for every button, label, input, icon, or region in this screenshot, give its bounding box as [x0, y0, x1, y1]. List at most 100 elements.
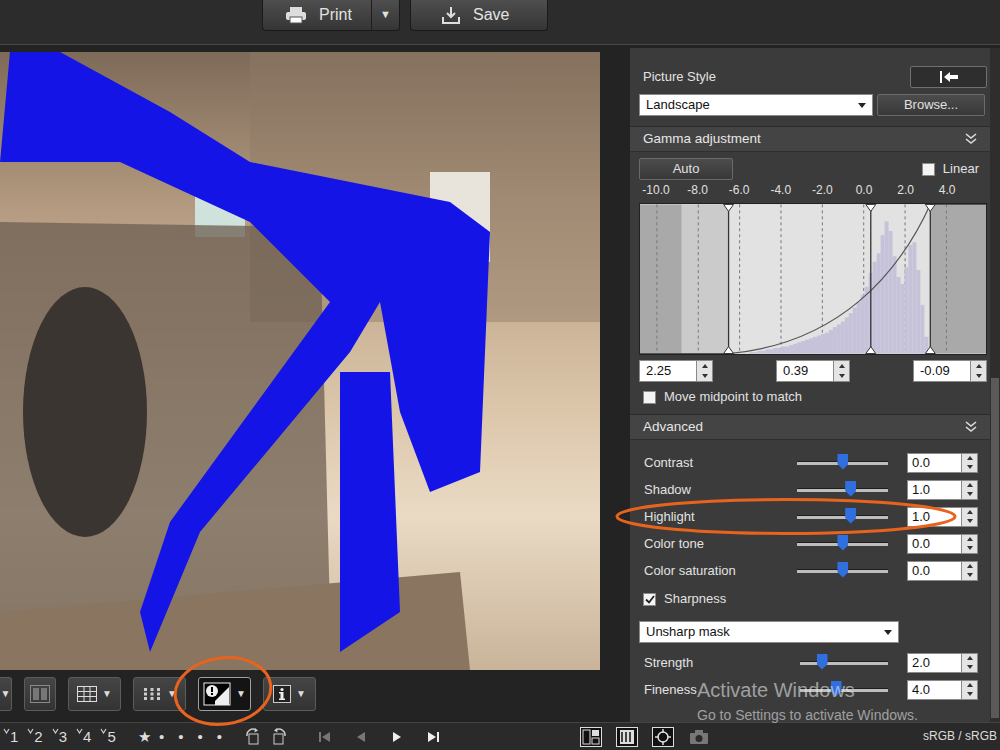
rating-dot[interactable]: • [198, 728, 203, 746]
dropdown-caret-icon[interactable] [858, 103, 866, 108]
check-mark-toggle[interactable]: 1 [3, 728, 18, 746]
histogram-chart[interactable] [640, 204, 986, 354]
slider-value-field[interactable]: 1.0 [907, 480, 962, 500]
spin-down-icon[interactable] [967, 465, 973, 469]
slider-track[interactable] [797, 488, 888, 492]
rating-dot[interactable]: • [217, 728, 222, 746]
first-arrow-icon[interactable] [318, 730, 332, 744]
slider-thumb[interactable] [837, 535, 848, 551]
spin-down-icon[interactable] [976, 374, 982, 378]
slider-thumb[interactable] [845, 508, 856, 524]
prev-arrow-icon[interactable] [354, 730, 368, 744]
browse-button[interactable]: Browse... [877, 94, 985, 116]
view-warning-button[interactable]: ▼ [198, 677, 251, 711]
spin-down-icon[interactable] [967, 692, 973, 696]
menu-arrow[interactable]: ▼ [236, 688, 246, 700]
view-menu-button[interactable]: ▼ [0, 677, 12, 711]
dropdown-caret-icon[interactable] [884, 630, 892, 635]
auto-button[interactable]: Auto [639, 158, 733, 180]
reset-button[interactable] [910, 66, 987, 88]
sharpness-checkbox[interactable]: Sharpness [639, 589, 987, 609]
gamma-input[interactable]: 0.39 [776, 360, 850, 382]
menu-arrow[interactable]: ▼ [1, 688, 11, 700]
spin-buttons[interactable] [697, 360, 713, 382]
spin-up-icon[interactable] [967, 483, 973, 487]
gamma-value-field[interactable]: 0.39 [776, 360, 834, 382]
camera-icon[interactable] [688, 727, 710, 747]
slider-track[interactable] [797, 461, 888, 465]
gamma-handle[interactable] [724, 204, 734, 353]
spin-up-icon[interactable] [967, 683, 973, 687]
view-compare-button[interactable] [24, 677, 56, 711]
slider-track[interactable] [800, 661, 888, 665]
next-arrow-icon[interactable] [390, 730, 404, 744]
spin-buttons[interactable] [962, 653, 978, 673]
rating-dots[interactable]: •••• [159, 728, 222, 746]
spin-up-icon[interactable] [967, 456, 973, 460]
slider-thumb[interactable] [817, 654, 828, 670]
view-af-button[interactable]: ▼ [133, 677, 186, 711]
menu-arrow[interactable]: ▼ [296, 688, 306, 700]
gamma-value-field[interactable]: 2.25 [639, 360, 697, 382]
gamma-header[interactable]: Gamma adjustment [630, 126, 990, 152]
print-button[interactable]: Print▼ [262, 0, 400, 31]
spin-up-icon[interactable] [967, 537, 973, 541]
check-mark-toggle[interactable]: 5 [100, 728, 115, 746]
spin-buttons[interactable] [962, 507, 978, 527]
picture-style-select[interactable]: Landscape [639, 94, 873, 116]
slider-thumb[interactable] [837, 454, 848, 470]
spin-buttons[interactable] [962, 561, 978, 581]
gamma-handle[interactable] [866, 204, 876, 353]
spin-down-icon[interactable] [967, 546, 973, 550]
move-midpoint-checkbox[interactable]: Move midpoint to match [639, 388, 987, 406]
slider-thumb[interactable] [845, 481, 856, 497]
spin-down-icon[interactable] [967, 665, 973, 669]
slider-track[interactable] [800, 688, 888, 692]
spin-up-icon[interactable] [976, 364, 982, 368]
slider-value-field[interactable]: 2.0 [907, 653, 962, 673]
check-mark-toggle[interactable]: 4 [76, 728, 91, 746]
spin-down-icon[interactable] [702, 374, 708, 378]
slider-thumb[interactable] [831, 681, 842, 697]
rating-dot[interactable]: • [159, 728, 164, 746]
spin-up-icon[interactable] [967, 656, 973, 660]
slider-value-field[interactable]: 0.0 [907, 453, 962, 473]
spin-up-icon[interactable] [967, 564, 973, 568]
spin-buttons[interactable] [962, 680, 978, 700]
gamma-value-field[interactable]: -0.09 [913, 360, 971, 382]
save-button[interactable]: Save [410, 0, 548, 31]
spin-up-icon[interactable] [702, 364, 708, 368]
rotate-right-icon[interactable] [270, 728, 288, 746]
rotate-left-icon[interactable] [244, 728, 262, 746]
view-grid-button[interactable]: ▼ [68, 677, 121, 711]
menu-arrow[interactable]: ▼ [167, 688, 177, 700]
check-mark-toggle[interactable]: 3 [52, 728, 67, 746]
spin-buttons[interactable] [962, 534, 978, 554]
spin-down-icon[interactable] [967, 492, 973, 496]
view-info-button[interactable]: ▼ [263, 677, 316, 711]
advanced-header[interactable]: Advanced [630, 414, 990, 440]
gamma-histogram[interactable] [639, 203, 987, 355]
last-arrow-icon[interactable] [426, 730, 440, 744]
rating[interactable]: ★•••• [138, 728, 222, 746]
slider-track[interactable] [797, 542, 888, 546]
spin-buttons[interactable] [971, 360, 987, 382]
film-icon[interactable] [616, 727, 638, 747]
rating-star[interactable]: ★ [138, 728, 151, 746]
scrollbar-thumb[interactable] [991, 378, 999, 718]
spin-buttons[interactable] [834, 360, 850, 382]
slider-track[interactable] [797, 515, 888, 519]
spin-buttons[interactable] [962, 480, 978, 500]
slider-value-field[interactable]: 1.0 [907, 507, 962, 527]
slider-value-field[interactable]: 0.0 [907, 561, 962, 581]
spin-down-icon[interactable] [839, 374, 845, 378]
linear-check-box[interactable] [922, 163, 935, 176]
sharpness-mode-select[interactable]: Unsharp mask [639, 621, 899, 643]
layout-icon[interactable] [580, 727, 602, 747]
gamma-input[interactable]: 2.25 [639, 360, 713, 382]
slider-track[interactable] [797, 569, 888, 573]
spin-up-icon[interactable] [839, 364, 845, 368]
spin-up-icon[interactable] [967, 510, 973, 514]
sharpness-check-box[interactable] [643, 593, 656, 606]
gamma-input[interactable]: -0.09 [913, 360, 987, 382]
